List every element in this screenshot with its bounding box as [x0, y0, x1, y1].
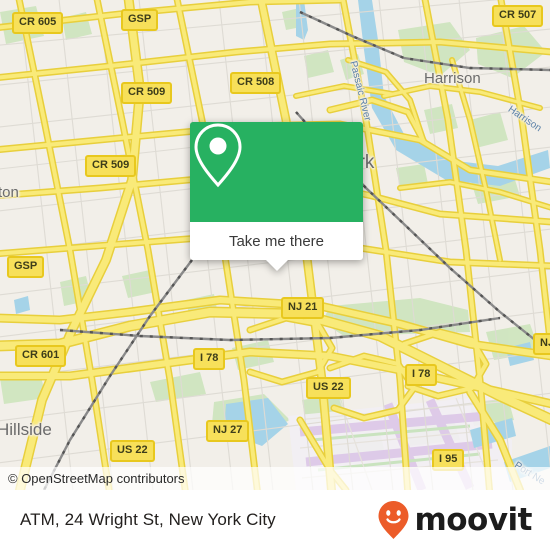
- map-pin-icon: [194, 123, 242, 188]
- map-canvas[interactable]: Harrison ark ton Hillside Passaic River …: [0, 0, 550, 490]
- osm-attribution[interactable]: © OpenStreetMap contributors: [0, 467, 550, 490]
- moovit-map-screenshot: Harrison ark ton Hillside Passaic River …: [0, 0, 550, 550]
- moovit-smiley-pin-icon: [378, 501, 409, 539]
- road-shield: CR 509: [85, 155, 137, 177]
- location-title: ATM, 24 Wright St, New York City: [20, 510, 276, 529]
- moovit-wordmark: moovit: [414, 501, 532, 538]
- road-shield: CR 508: [230, 72, 282, 94]
- road-shield: I 78: [193, 348, 226, 370]
- road-shield: CR 605: [12, 12, 64, 34]
- road-shield: NJ 27: [206, 420, 250, 442]
- moovit-brand[interactable]: moovit: [377, 500, 532, 540]
- road-shield: CR 601: [15, 345, 67, 367]
- road-shield: GSP: [7, 256, 45, 278]
- road-shield: CR 507: [492, 5, 544, 27]
- road-shield: CR 509: [121, 82, 173, 104]
- road-shield: GSP: [121, 9, 159, 31]
- footer-bar: ATM, 24 Wright St, New York City moovit: [0, 490, 550, 550]
- popup-action-bar[interactable]: Take me there: [190, 222, 363, 271]
- road-shield: I 78: [405, 364, 438, 386]
- popup-pointer: [265, 260, 288, 271]
- road-shield: US 22: [306, 377, 351, 399]
- take-me-there-label: Take me there: [228, 232, 325, 250]
- road-shield: NJ 21: [281, 297, 325, 319]
- road-shield: NJ 1: [533, 333, 550, 355]
- popup-image-panel: [190, 122, 363, 222]
- road-shield: US 22: [110, 440, 155, 462]
- location-popup[interactable]: Take me there: [190, 122, 363, 271]
